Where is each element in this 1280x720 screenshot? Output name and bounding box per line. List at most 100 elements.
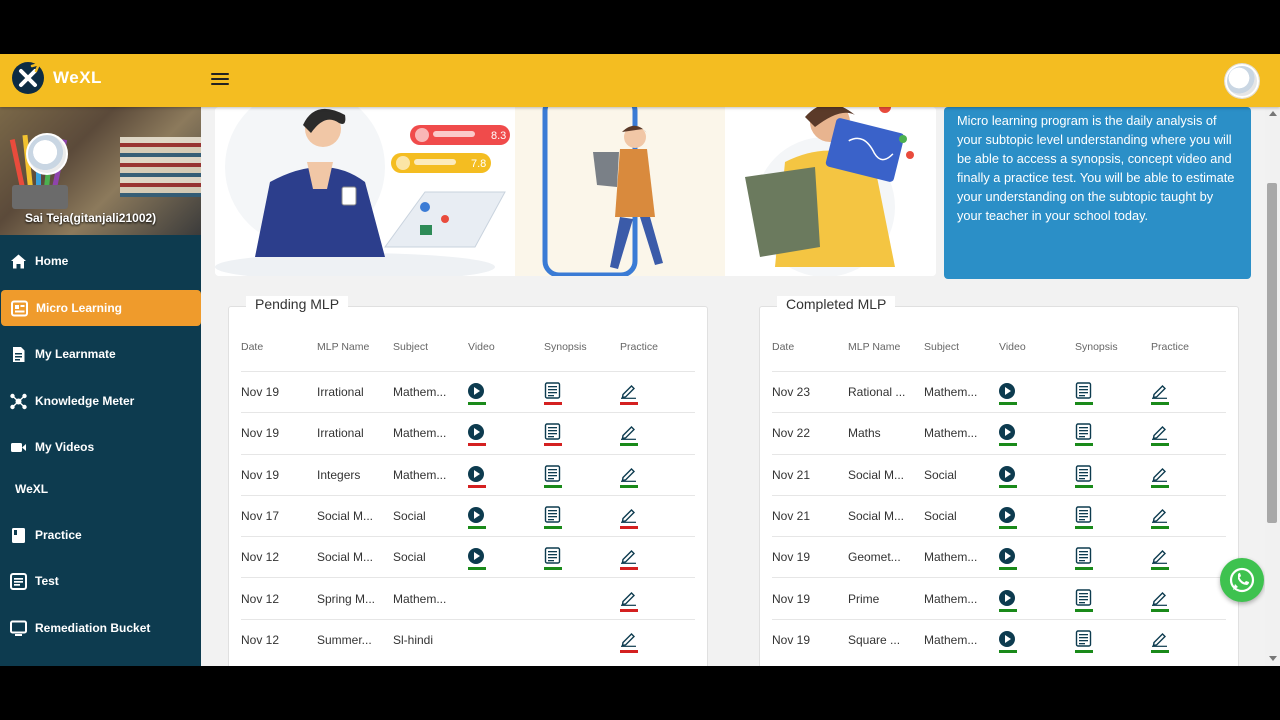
video-cell: [999, 460, 1075, 490]
practice-pencil-icon[interactable]: [1151, 547, 1168, 565]
video-cell: [999, 625, 1075, 655]
sidebar-item-test[interactable]: Test: [0, 563, 201, 599]
synopsis-document-icon[interactable]: [1075, 465, 1092, 482]
pending-mlp-card: Pending MLP Date MLP Name Subject Video …: [228, 296, 708, 666]
practice-pencil-icon[interactable]: [1151, 630, 1168, 647]
table-row: Nov 19 Geomet... Mathem...: [772, 536, 1226, 577]
synopsis-document-icon[interactable]: [544, 506, 561, 523]
row-mlp-name: Rational ...: [848, 385, 906, 400]
synopsis-document-icon[interactable]: [544, 382, 561, 399]
row-date: Nov 19: [241, 467, 280, 482]
synopsis-document-icon[interactable]: [1075, 382, 1092, 399]
row-date: Nov 19: [772, 550, 811, 565]
synopsis-document-icon[interactable]: [1075, 423, 1092, 441]
play-video-icon[interactable]: [999, 383, 1015, 400]
wexl-logo-icon: [12, 62, 44, 94]
sidebar-item-my-videos[interactable]: My Videos: [0, 429, 201, 465]
menu-toggle-icon[interactable]: [211, 73, 229, 87]
row-date: Nov 19: [772, 632, 811, 647]
video-camera-icon: [11, 443, 26, 452]
practice-pencil-icon[interactable]: [620, 423, 637, 441]
video-cell: [468, 501, 544, 531]
synopsis-document-icon[interactable]: [1075, 588, 1092, 606]
row-subject: Mathem...: [393, 385, 447, 400]
row-date: Nov 21: [772, 509, 811, 524]
practice-pencil-icon[interactable]: [1151, 465, 1168, 482]
practice-pencil-icon[interactable]: [620, 547, 637, 565]
video-cell: [468, 625, 544, 655]
synopsis-status-bar: [544, 567, 562, 571]
practice-pencil-icon[interactable]: [620, 465, 637, 482]
synopsis-status-bar: [1075, 608, 1093, 612]
scroll-down-icon[interactable]: [1269, 656, 1277, 661]
synopsis-cell: [544, 542, 620, 572]
sidebar-item-remediation-bucket[interactable]: Remediation Bucket: [0, 610, 201, 646]
play-video-icon[interactable]: [999, 589, 1015, 606]
synopsis-cell: [544, 584, 620, 614]
video-cell: [468, 542, 544, 572]
document-icon: [13, 347, 25, 362]
whatsapp-button[interactable]: [1220, 558, 1264, 602]
play-video-icon[interactable]: [999, 507, 1015, 524]
sidebar-item-micro-learning[interactable]: Micro Learning: [1, 289, 201, 326]
video-status-bar: [468, 443, 486, 447]
sidebar-item-label: Home: [35, 254, 69, 268]
row-mlp-name: Spring M...: [317, 591, 376, 606]
play-video-icon[interactable]: [468, 507, 484, 524]
table-row: Nov 22 Maths Mathem...: [772, 412, 1226, 453]
practice-cell: [1151, 377, 1226, 407]
row-date: Nov 19: [772, 591, 811, 606]
practice-pencil-icon[interactable]: [620, 630, 637, 647]
table-row: Nov 19 Irrational Mathem...: [241, 412, 695, 453]
sidebar-item-label: Test: [35, 574, 59, 588]
sidebar-item-knowledge-meter[interactable]: Knowledge Meter: [0, 383, 201, 419]
table-row: Nov 12 Spring M... Mathem...: [241, 577, 695, 618]
synopsis-document-icon[interactable]: [544, 465, 561, 482]
sidebar-item-home[interactable]: Home: [0, 243, 201, 279]
logo[interactable]: WeXL: [12, 62, 102, 94]
play-video-icon[interactable]: [999, 424, 1015, 441]
synopsis-document-icon[interactable]: [1075, 506, 1092, 523]
practice-pencil-icon[interactable]: [1151, 382, 1168, 400]
practice-pencil-icon[interactable]: [1151, 589, 1168, 606]
play-video-icon[interactable]: [468, 383, 484, 400]
sidebar-item-my-learnmate[interactable]: My Learnmate: [0, 336, 201, 372]
synopsis-status-bar: [1075, 526, 1093, 530]
sidebar-item-practice[interactable]: Practice: [0, 517, 201, 553]
dashboard-icon: [11, 300, 28, 316]
play-video-icon[interactable]: [468, 465, 484, 482]
row-subject: Mathem...: [924, 426, 978, 441]
practice-cell: [620, 377, 695, 407]
practice-pencil-icon[interactable]: [1151, 423, 1168, 441]
row-date: Nov 17: [241, 509, 280, 524]
video-cell: [468, 460, 544, 490]
practice-pencil-icon[interactable]: [1151, 506, 1168, 523]
row-subject: Mathem...: [924, 385, 978, 400]
practice-pencil-icon[interactable]: [620, 589, 637, 606]
play-video-icon[interactable]: [999, 630, 1015, 647]
page-scrollbar[interactable]: [1265, 107, 1280, 666]
practice-pencil-icon[interactable]: [620, 382, 637, 400]
scroll-thumb[interactable]: [1267, 183, 1277, 523]
synopsis-cell: [1075, 377, 1151, 407]
play-video-icon[interactable]: [468, 424, 484, 441]
synopsis-status-bar: [1075, 443, 1093, 447]
row-mlp-name: Social M...: [317, 509, 374, 524]
table-row: Nov 12 Summer... Sl-hindi: [241, 618, 695, 660]
top-bar: WeXL: [0, 54, 1280, 107]
scroll-up-icon[interactable]: [1269, 111, 1277, 116]
row-mlp-name: Integers: [317, 467, 361, 482]
play-video-icon[interactable]: [999, 548, 1015, 565]
play-video-icon[interactable]: [999, 465, 1015, 482]
synopsis-document-icon[interactable]: [544, 423, 561, 441]
synopsis-document-icon[interactable]: [1075, 630, 1092, 647]
user-avatar[interactable]: [1225, 64, 1259, 98]
synopsis-document-icon[interactable]: [1075, 547, 1092, 565]
synopsis-status-bar: [544, 526, 562, 530]
video-status-bar: [468, 484, 486, 488]
play-video-icon[interactable]: [468, 548, 484, 565]
practice-pencil-icon[interactable]: [620, 506, 637, 523]
synopsis-document-icon[interactable]: [544, 547, 561, 565]
synopsis-cell: [544, 460, 620, 490]
sidebar-item-label: My Learnmate: [35, 347, 116, 361]
